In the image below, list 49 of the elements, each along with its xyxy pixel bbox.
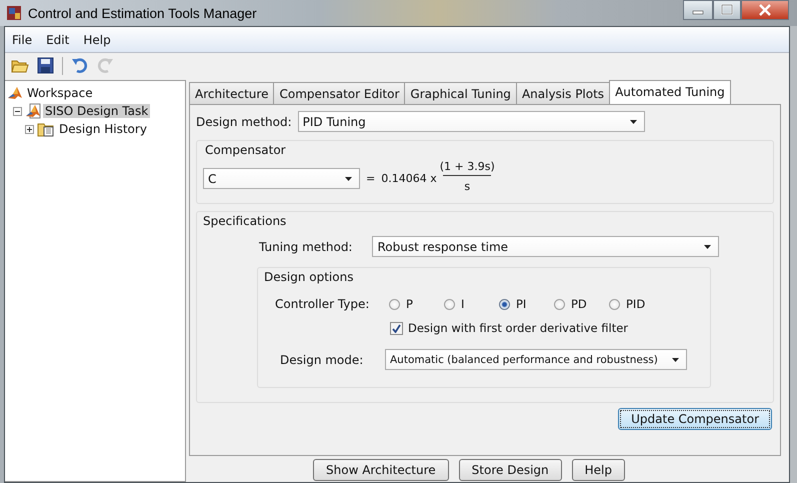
menu-item[interactable]: Help	[76, 32, 118, 46]
history-folder-icon	[37, 121, 55, 137]
equals-sign: =	[366, 172, 376, 185]
update-compensator-button[interactable]: Update Compensator	[618, 408, 772, 430]
group-title: Specifications	[202, 213, 288, 228]
field-label: Tuning method:	[259, 240, 352, 254]
expand-icon[interactable]	[25, 124, 34, 134]
maximize-icon[interactable]	[713, 0, 741, 20]
tab[interactable]: Graphical Tuning	[404, 82, 517, 104]
task-icon	[25, 103, 41, 119]
tuning-method-dropdown[interactable]: Robust response time	[372, 236, 720, 257]
field-label: Controller Type:	[275, 297, 370, 311]
minimize-icon[interactable]	[683, 0, 713, 20]
tree-item[interactable]: SISO Design Task	[43, 104, 150, 118]
radio-button[interactable]: PD	[554, 297, 609, 311]
tab[interactable]: Automated Tuning	[609, 80, 731, 104]
close-icon[interactable]	[741, 0, 789, 20]
dialog-button[interactable]: Show Architecture	[313, 459, 449, 481]
tab[interactable]: Architecture	[189, 82, 274, 104]
undo-arrow-icon[interactable]	[70, 56, 89, 75]
dialog-button[interactable]: Store Design	[458, 459, 562, 481]
dialog-button[interactable]: Help	[572, 459, 625, 481]
group-title: Design options	[263, 269, 354, 284]
app-icon	[6, 5, 22, 21]
field-label: Design method:	[196, 114, 292, 128]
design-method-dropdown[interactable]: PID Tuning	[298, 111, 645, 132]
gain-value: 0.14064 x	[381, 172, 437, 185]
matlab-logo-icon	[7, 85, 23, 101]
window-title: Control and Estimation Tools Manager	[28, 6, 257, 20]
radio-button[interactable]: P	[389, 297, 444, 311]
denominator: s	[464, 180, 470, 193]
field-label: Design mode:	[280, 352, 364, 366]
checkbox-label[interactable]: Design with first order derivative filter	[408, 321, 628, 335]
checkmark-icon	[392, 324, 401, 332]
radio-button[interactable]: I	[444, 297, 499, 311]
tree-item[interactable]: Workspace	[25, 86, 95, 100]
radio-button[interactable]: PI	[499, 297, 554, 311]
menu-item[interactable]: Edit	[39, 32, 76, 46]
tab[interactable]: Analysis Plots	[516, 82, 610, 104]
collapse-icon[interactable]	[13, 106, 22, 116]
group-title: Compensator	[204, 142, 287, 157]
checkbox[interactable]	[390, 322, 403, 334]
radio-button[interactable]: PID	[609, 297, 664, 311]
tree-item[interactable]: Design History	[57, 122, 149, 136]
menu-item[interactable]: File	[5, 32, 40, 46]
numerator: (1 + 3.9s)	[440, 160, 495, 173]
compensator-dropdown[interactable]: C	[203, 168, 360, 189]
tab[interactable]: Compensator Editor	[273, 82, 406, 104]
design-mode-dropdown[interactable]: Automatic (balanced performance and robustness)	[385, 349, 687, 370]
